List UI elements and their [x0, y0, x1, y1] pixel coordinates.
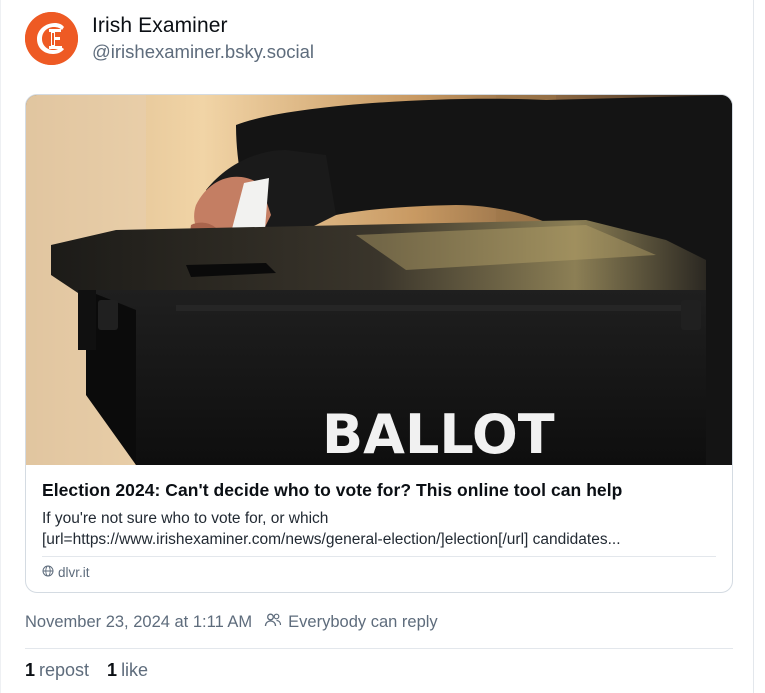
- repost-count-number: 1: [25, 660, 36, 680]
- ballot-box-photo: BALLOT: [26, 95, 732, 465]
- link-preview-image[interactable]: BALLOT: [26, 95, 732, 465]
- link-preview-text: Election 2024: Can't decide who to vote …: [26, 465, 732, 550]
- author-names: Irish Examiner @irishexaminer.bsky.socia…: [92, 13, 314, 64]
- post-timestamp[interactable]: November 23, 2024 at 1:11 AM: [25, 613, 252, 632]
- card-divider: [42, 556, 716, 557]
- author-handle[interactable]: @irishexaminer.bsky.social: [92, 40, 314, 64]
- avatar[interactable]: [25, 11, 78, 65]
- stats-divider: [25, 648, 733, 649]
- link-preview-description: If you're not sure who to vote for, or w…: [42, 508, 716, 550]
- post-header: Irish Examiner @irishexaminer.bsky.socia…: [25, 11, 314, 65]
- author-display-name[interactable]: Irish Examiner: [92, 13, 314, 39]
- like-count-number: 1: [107, 660, 118, 680]
- irish-examiner-logo-icon: [25, 11, 78, 65]
- repost-count[interactable]: 1 repost: [25, 660, 89, 681]
- link-preview-description-line-2: [url=https://www.irishexaminer.com/news/…: [42, 531, 621, 548]
- post-meta: November 23, 2024 at 1:11 AM Everybody c…: [25, 612, 438, 633]
- link-preview-domain: dlvr.it: [58, 565, 90, 580]
- people-icon: [264, 612, 282, 633]
- ballot-label: BALLOT: [322, 403, 555, 465]
- link-preview-card[interactable]: BALLOT Election 2024: Can't decide who t…: [25, 94, 733, 593]
- globe-icon: [42, 565, 54, 580]
- link-preview-source[interactable]: dlvr.it: [42, 565, 90, 580]
- link-preview-title[interactable]: Election 2024: Can't decide who to vote …: [42, 479, 716, 501]
- post-thread-frame: Irish Examiner @irishexaminer.bsky.socia…: [0, 0, 754, 693]
- like-count-label: like: [121, 660, 149, 680]
- link-preview-description-line-1: If you're not sure who to vote for, or w…: [42, 510, 329, 527]
- like-count[interactable]: 1 like: [107, 660, 148, 681]
- reply-setting[interactable]: Everybody can reply: [264, 612, 438, 633]
- repost-count-label: repost: [39, 660, 90, 680]
- reply-setting-label: Everybody can reply: [288, 613, 438, 631]
- engagement-stats: 1 repost 1 like: [25, 660, 166, 681]
